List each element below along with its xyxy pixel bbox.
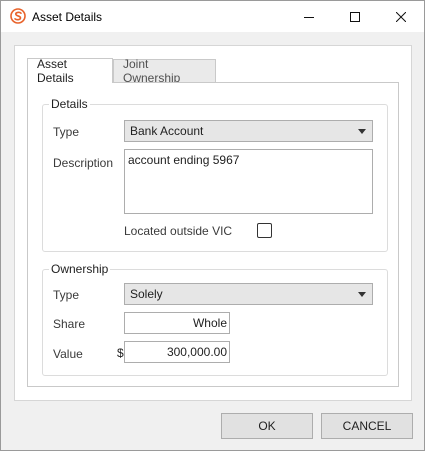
ok-button[interactable]: OK [221,413,313,439]
details-legend: Details [49,97,90,111]
value-amount: 300,000.00 [166,345,227,359]
ownership-type-dropdown[interactable]: Solely [124,283,373,305]
cancel-label: CANCEL [342,419,392,433]
minimize-button[interactable] [286,1,332,32]
asset-type-dropdown[interactable]: Bank Account [124,120,373,142]
s-logo-icon [10,8,26,24]
minimize-icon [304,16,314,18]
ownership-legend: Ownership [49,262,111,276]
maximize-button[interactable] [332,1,378,32]
tab-asset-details[interactable]: Asset Details [27,57,113,85]
maximize-icon [350,11,360,22]
cancel-button[interactable]: CANCEL [321,413,413,439]
share-value: Whole [192,316,227,330]
description-label: Description [53,156,114,170]
details-type-label: Type [53,125,80,139]
share-label: Share [53,317,86,331]
chevron-down-icon [358,129,366,134]
title-bar[interactable]: Asset Details [1,1,424,32]
description-value: account ending 5967 [128,153,240,167]
tab-label: Asset Details [37,57,74,85]
ownership-type-value: Solely [130,287,163,301]
close-button[interactable] [378,1,424,32]
description-field[interactable]: account ending 5967 [124,149,373,214]
asset-details-dialog: Asset Details Asset Details Joint Owners… [0,0,425,451]
tab-joint-ownership[interactable]: Joint Ownership [113,57,216,85]
outside-vic-label: Located outside VIC [124,224,233,238]
value-field[interactable]: 300,000.00 [124,341,230,363]
chevron-down-icon [358,292,366,297]
asset-type-value: Bank Account [130,124,204,138]
ownership-type-label: Type [53,288,80,302]
window-title: Asset Details [32,10,103,24]
share-field[interactable]: Whole [124,312,230,334]
tab-label: Joint Ownership [123,57,181,85]
close-icon [396,11,406,22]
currency-symbol: $ [117,346,124,360]
outside-vic-checkbox[interactable] [257,223,272,238]
value-label: Value [53,347,83,361]
ok-label: OK [258,419,276,433]
